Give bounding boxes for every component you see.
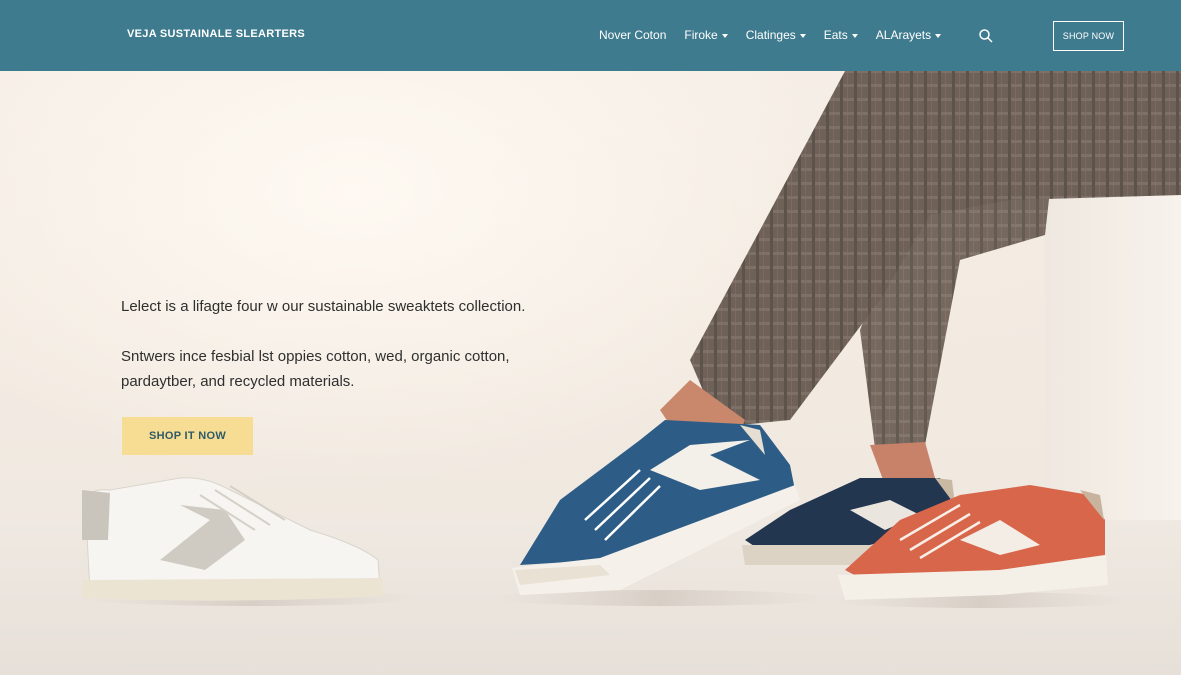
nav-item-clatinges[interactable]: Clatinges [746,28,806,42]
brand-logo[interactable]: VEJA SUSTAINALE SLEARTERS [127,28,305,40]
nav-item-label: ALArayets [875,28,932,42]
chevron-down-icon [851,34,858,38]
nav-item-label: Nover Coton [599,28,667,42]
nav-item-firoke[interactable]: Firoke [684,28,728,42]
blue-sneaker [512,420,800,595]
hero-headline: Lelect is a lifagte four w our sustainab… [121,298,526,315]
nav-item-alarayets[interactable]: ALArayets [875,28,942,42]
chevron-down-icon [721,34,728,38]
landing-page: VEJA SUSTAINALE SLEARTERS Nover Coton Fi… [0,0,1181,675]
site-header: VEJA SUSTAINALE SLEARTERS Nover Coton Fi… [0,0,1181,71]
chevron-down-icon [799,34,806,38]
hero-scene [80,71,1181,608]
search-icon[interactable] [978,28,994,44]
nav-item-label: Firoke [684,28,718,42]
nav-item-label: Clatinges [745,28,796,42]
nav-item-nover-coton[interactable]: Nover Coton [599,28,666,42]
hero-body-text: Sntwers ince fesbial lst oppies cotton, … [121,348,510,390]
white-silver-sneaker [82,477,384,601]
legs-in-plaid-trousers [660,71,1181,485]
shop-now-button[interactable]: SHOP NOW [1053,21,1124,51]
nav-item-eats[interactable]: Eats [824,28,858,42]
chevron-down-icon [935,34,942,38]
nav-item-label: Eats [823,28,848,42]
main-nav: Nover Coton Firoke Clatinges Eats ALAray… [599,28,959,42]
shop-it-now-button[interactable]: SHOP IT NOW [122,417,253,455]
